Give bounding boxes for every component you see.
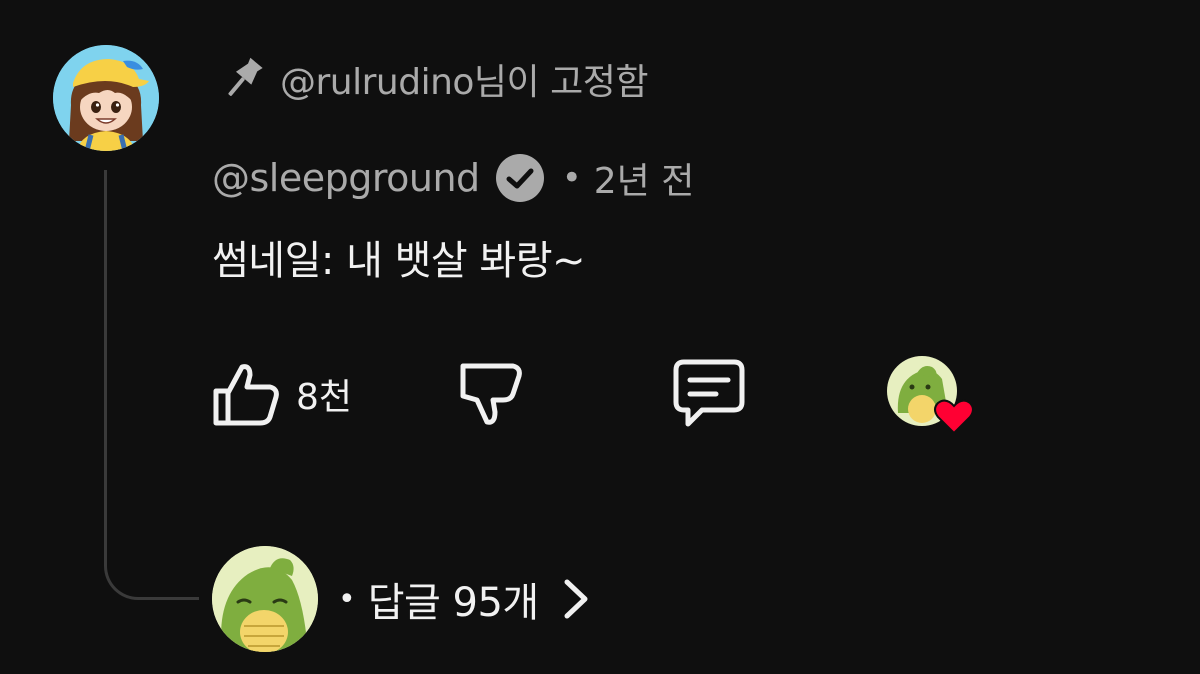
commenter-avatar-illustration — [53, 45, 159, 151]
view-replies-button[interactable]: • 답글 95개 — [212, 546, 591, 652]
pinned-indicator: @rulrudino님이 고정함 — [220, 50, 648, 108]
dino-avatar-illustration — [212, 546, 318, 652]
chevron-right-icon — [564, 579, 588, 619]
creator-heart-icon — [887, 356, 974, 435]
comment-icon — [673, 359, 745, 427]
comment-meta: @sleepground • 2년 전 — [212, 150, 694, 206]
pinned-by-label: @rulrudino님이 고정함 — [280, 62, 648, 103]
meta-separator: • — [561, 158, 582, 198]
dislike-button[interactable] — [455, 358, 527, 430]
creator-heart-badge[interactable] — [886, 353, 978, 437]
pin-icon — [228, 57, 263, 96]
comment-author[interactable]: @sleepground — [212, 156, 480, 200]
verified-check-icon — [495, 154, 544, 202]
like-button[interactable]: 8천 — [210, 358, 352, 430]
comment-timestamp[interactable]: 2년 전 — [594, 152, 695, 204]
reply-button[interactable] — [670, 356, 748, 432]
thumbs-down-icon — [460, 363, 522, 425]
thumbs-up-icon — [213, 364, 279, 426]
like-count: 8천 — [296, 377, 353, 418]
replies-separator: • — [338, 581, 356, 617]
thread-connector-line — [104, 170, 199, 600]
comment-text: 썸네일: 내 뱃살 봐랑~ — [212, 238, 586, 284]
commenter-avatar[interactable] — [53, 45, 159, 151]
replies-count-label: 답글 95개 — [367, 580, 540, 626]
reply-author-avatar — [212, 546, 318, 652]
